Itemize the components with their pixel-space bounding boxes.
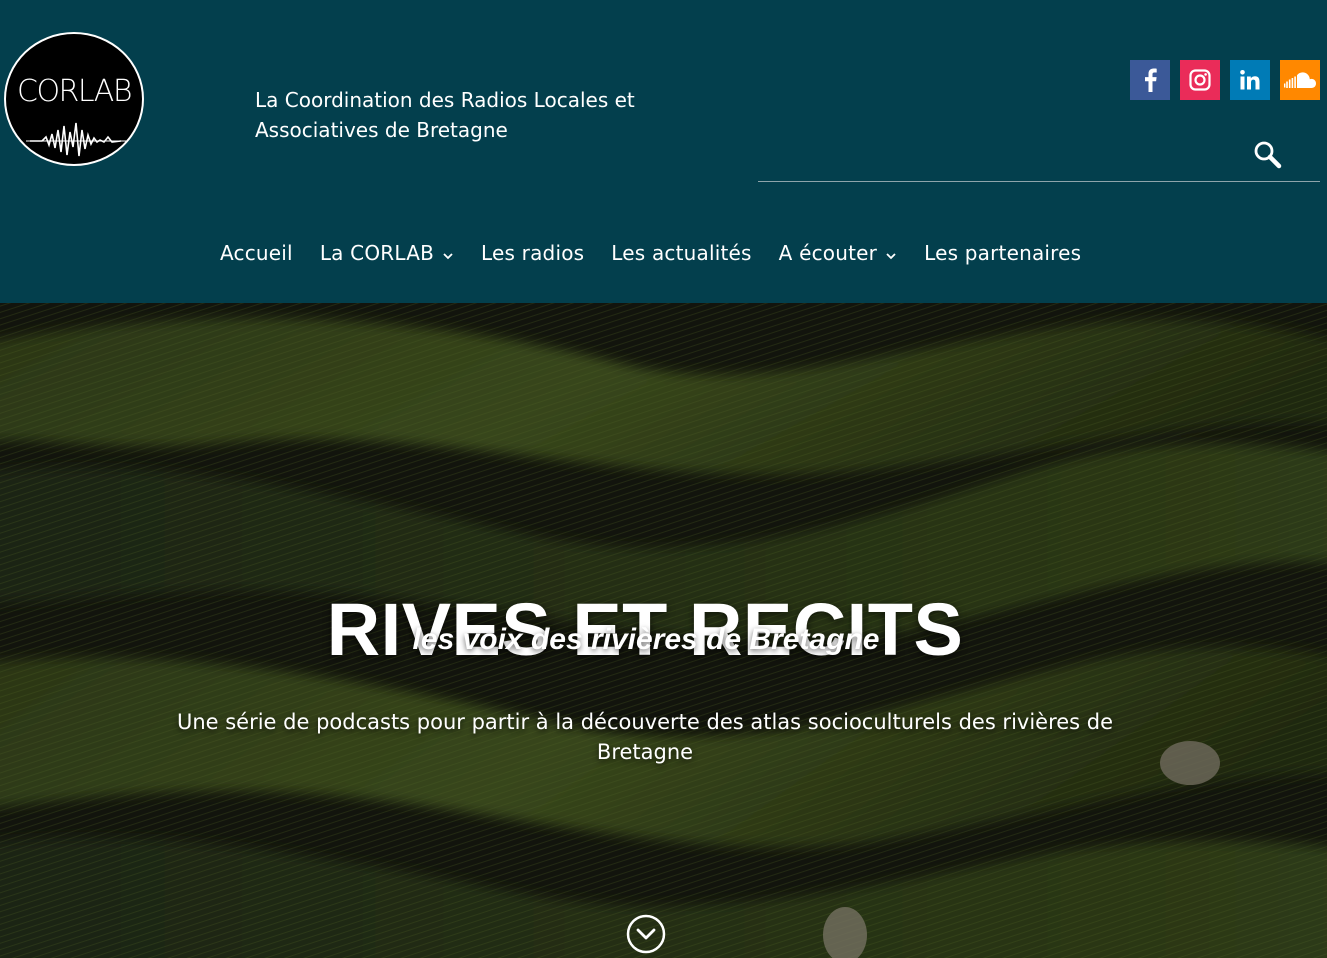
nav-item-label: Les radios (481, 241, 585, 265)
nav-item-label: Les partenaires (924, 241, 1082, 265)
main-nav: Accueil La CORLAB Les radios Les actuali… (220, 236, 1081, 270)
nav-item-les-actualites[interactable]: Les actualités (611, 241, 751, 265)
hero-description: Une série de podcasts pour partir à la d… (176, 710, 1114, 764)
soundcloud-icon (1284, 72, 1316, 88)
nav-item-accueil[interactable]: Accueil (220, 241, 293, 265)
hero-banner: RIVES ET RECITS les voix des rivières de… (0, 303, 1327, 958)
search-icon (1254, 141, 1282, 169)
social-links (1130, 60, 1320, 100)
facebook-link[interactable] (1130, 60, 1170, 100)
instagram-icon (1189, 69, 1211, 91)
nav-item-a-ecouter[interactable]: A écouter (779, 241, 897, 265)
site-tagline: La Coordination des Radios Locales et As… (255, 88, 635, 142)
linkedin-link[interactable] (1230, 60, 1270, 100)
site-header: CORLAB La Coordination des Radios Locale… (0, 0, 1327, 303)
chevron-down-icon (442, 241, 454, 265)
nav-item-label: A écouter (778, 241, 878, 265)
chevron-circle-down-icon (626, 914, 666, 954)
nav-item-label: La CORLAB (319, 241, 434, 265)
hero-subtitle: les voix des rivières de Bretagne (412, 623, 880, 656)
nav-item-les-radios[interactable]: Les radios (481, 241, 584, 265)
instagram-link[interactable] (1180, 60, 1220, 100)
nav-item-les-partenaires[interactable]: Les partenaires (924, 241, 1081, 265)
facebook-icon (1145, 68, 1157, 92)
search-form (758, 128, 1320, 182)
soundwave-icon (26, 122, 126, 157)
nav-item-label: Les actualités (611, 241, 752, 265)
search-input[interactable] (758, 128, 1238, 180)
corlab-logo[interactable]: CORLAB (4, 32, 144, 166)
soundcloud-link[interactable] (1280, 60, 1320, 100)
nav-item-label: Accueil (220, 241, 293, 265)
search-button[interactable] (1251, 138, 1287, 174)
chevron-down-icon (885, 241, 897, 265)
linkedin-icon (1240, 70, 1260, 90)
nav-item-la-corlab[interactable]: La CORLAB (320, 241, 454, 265)
scroll-down-button[interactable] (626, 914, 666, 954)
